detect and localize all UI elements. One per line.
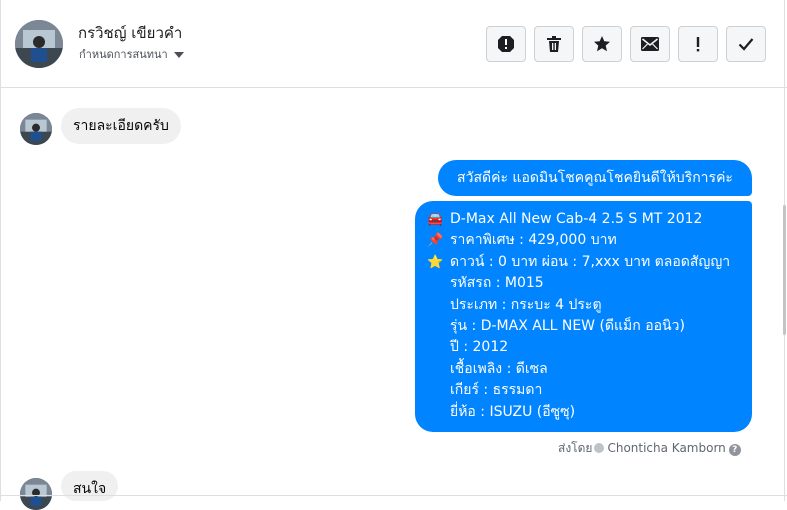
pushpin-icon: 📌 [427, 233, 444, 249]
star-button[interactable] [582, 26, 622, 62]
detail-line: ⭐ ดาวน์ : 0 บาท ผ่อน : 7,xxx บาท ตลอดสัญญ… [427, 252, 742, 273]
assign-conversation-dropdown[interactable]: กำหนดการสนทนา [79, 45, 184, 63]
sent-by-label: ส่งโดย [558, 441, 593, 455]
detail-text: ยี่ห้อ : ISUZU (อีซูซุ) [450, 403, 576, 420]
sent-by-info: ส่งโดย Chonticha Kamborn? [558, 439, 741, 458]
conversation-header: กรวิชญ์ เขียวคำ กำหนดการสนทนา [0, 0, 787, 88]
detail-text: ประเภท : กระบะ 4 ประตู [450, 296, 602, 313]
sender-avatar[interactable] [20, 478, 52, 510]
sender-avatar[interactable] [20, 113, 52, 145]
contact-avatar[interactable] [15, 20, 63, 68]
incoming-message: สนใจ [61, 471, 119, 501]
star-icon [593, 35, 611, 53]
trash-icon [546, 35, 562, 53]
check-icon [738, 37, 754, 51]
mark-unread-button[interactable] [630, 26, 670, 62]
detail-line: เกียร์ : ธรรมดา [427, 380, 742, 401]
assign-conversation-label: กำหนดการสนทนา [79, 48, 168, 61]
detail-line: ยี่ห้อ : ISUZU (อีซูซุ) [427, 402, 742, 423]
detail-line: 📌 ราคาพิเศษ : 429,000 บาท [427, 230, 742, 251]
detail-line: 🚘 D-Max All New Cab-4 2.5 S MT 2012 [427, 209, 742, 230]
detail-text: รุ่น : D-MAX ALL NEW (ดีแม็ก ออนิว) [450, 317, 685, 334]
detail-text: D-Max All New Cab-4 2.5 S MT 2012 [450, 211, 703, 227]
detail-line: ปี : 2012 [427, 337, 742, 358]
detail-text: รหัสรถ : M015 [450, 275, 544, 292]
spam-button[interactable] [678, 26, 718, 62]
sent-by-name[interactable]: Chonticha Kamborn [607, 441, 725, 455]
contact-name[interactable]: กรวิชญ์ เขียวคำ [78, 21, 182, 45]
detail-text: เชื้อเพลิง : ดีเซล [450, 360, 548, 377]
report-icon [497, 35, 515, 53]
detail-line: ประเภท : กระบะ 4 ประตู [427, 295, 742, 316]
help-icon[interactable]: ? [728, 444, 741, 456]
star-icon: ⭐ [427, 254, 444, 270]
detail-line: เชื้อเพลิง : ดีเซล [427, 359, 742, 380]
scrollbar[interactable] [783, 205, 786, 335]
detail-text: ราคาพิเศษ : 429,000 บาท [450, 232, 617, 249]
exclamation-icon [695, 36, 701, 52]
outgoing-message: สวัสดีค่ะ แอดมินโชคคูณโชคยินดีให้บริการค… [438, 160, 752, 196]
car-icon: 🚘 [427, 212, 444, 227]
report-button[interactable] [486, 26, 526, 62]
mark-done-button[interactable] [726, 26, 766, 62]
incoming-message: รายละเอียดครับ [61, 108, 181, 144]
delete-button[interactable] [534, 26, 574, 62]
composer-divider [0, 495, 787, 496]
detail-line: รุ่น : D-MAX ALL NEW (ดีแม็ก ออนิว) [427, 316, 742, 337]
verified-icon [594, 443, 605, 453]
detail-text: ปี : 2012 [450, 339, 509, 356]
outgoing-car-details-message: 🚘 D-Max All New Cab-4 2.5 S MT 2012 📌 ราคา… [415, 201, 752, 432]
detail-text: เกียร์ : ธรรมดา [450, 382, 543, 399]
envelope-icon [641, 37, 659, 51]
caret-down-icon [173, 52, 184, 58]
detail-line: รหัสรถ : M015 [427, 273, 742, 294]
detail-text: ดาวน์ : 0 บาท ผ่อน : 7,xxx บาท ตลอดสัญญา [450, 253, 731, 270]
